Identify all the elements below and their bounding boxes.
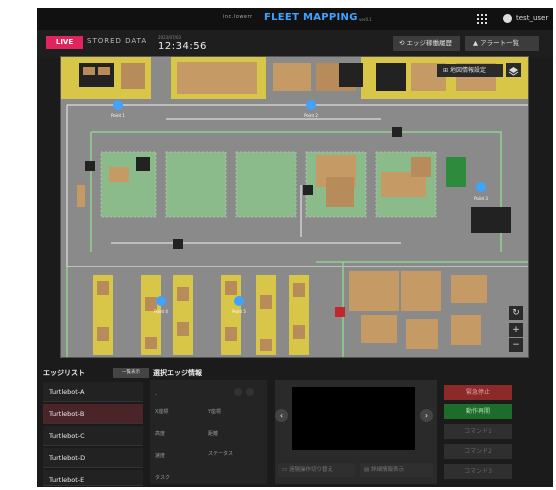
brand-logo: inc.lowerr xyxy=(223,14,253,20)
bottom-panel: エッジリスト 一覧表示 Turtlebot-A Turtlebot-B Turt… xyxy=(37,362,553,487)
refresh-icon: ↻ xyxy=(512,308,520,318)
svg-text:Point 5: Point 5 xyxy=(232,309,246,314)
layers-icon xyxy=(508,67,519,76)
svg-text:Point 2: Point 2 xyxy=(304,113,318,118)
command1-button[interactable]: コマンド1 xyxy=(444,424,512,439)
chevron-left-icon: ‹ xyxy=(279,411,284,420)
user-avatar-icon[interactable] xyxy=(503,14,512,23)
robot-marker xyxy=(85,161,95,171)
zoom-out-button[interactable]: − xyxy=(509,338,523,352)
plus-icon: + xyxy=(512,325,520,335)
speed-label: 速度 xyxy=(155,453,166,459)
emergency-stop-button[interactable]: 緊急停止 xyxy=(444,385,512,400)
robot-marker xyxy=(173,239,183,249)
svg-text:Point 4: Point 4 xyxy=(154,309,168,314)
edge-list-item-a[interactable]: Turtlebot-A xyxy=(43,382,143,402)
app-title: FLEET MAPPING xyxy=(264,12,358,23)
status-label: ステータス xyxy=(208,451,234,457)
remote-switch-button[interactable]: ▭ 遠隔操作切り替え xyxy=(278,463,355,477)
map-canvas: Point 1 Point 2 Point 3 Point 4 Point 5 xyxy=(61,57,528,357)
alert-list-button[interactable]: ▲ アラート一覧 xyxy=(465,36,539,51)
warehouse-map[interactable]: Point 1 Point 2 Point 3 Point 4 Point 5 xyxy=(60,56,529,358)
y-coord-label: Y座標 xyxy=(208,409,222,415)
camera-prev-button[interactable]: ‹ xyxy=(275,409,288,422)
edge-list-item-e[interactable]: Turtlebot-E xyxy=(43,470,143,486)
remote-icon: ▭ xyxy=(282,467,289,473)
stored-data-button[interactable]: STORED DATA xyxy=(87,37,147,45)
detail-display-button[interactable]: ▤ 詳細情報表示 xyxy=(360,463,433,477)
apps-grid-icon[interactable] xyxy=(477,14,487,24)
camera-next-button[interactable]: › xyxy=(420,409,433,422)
selected-edge-panel: - X座標 Y座標 高度 距離 速度 ステータス タスク xyxy=(150,380,267,484)
edge-list-item-d[interactable]: Turtlebot-D xyxy=(43,448,143,468)
selected-edge-title: 選択エッジ情報 xyxy=(153,369,202,377)
edge-history-label: エッジ稼働履歴 xyxy=(406,39,453,47)
history-icon: ⟲ xyxy=(399,39,407,47)
chevron-right-icon: › xyxy=(424,411,429,420)
minus-icon: − xyxy=(512,340,520,350)
detail-display-label: 詳細情報表示 xyxy=(370,467,404,473)
robot-marker xyxy=(392,127,402,137)
robot-marker xyxy=(303,185,313,195)
resume-button[interactable]: 動作再開 xyxy=(444,404,512,419)
zoom-in-button[interactable]: + xyxy=(509,323,523,337)
live-button[interactable]: LIVE xyxy=(46,36,83,49)
direction-label: 距離 xyxy=(208,431,219,437)
detail-icon: ▤ xyxy=(364,467,371,473)
list-all-button[interactable]: 一覧表示 xyxy=(113,368,149,378)
alert-list-label: アラート一覧 xyxy=(480,39,520,47)
user-name[interactable]: test_user xyxy=(516,14,548,22)
svg-text:Point 1: Point 1 xyxy=(111,113,125,118)
reset-view-button[interactable]: ↻ xyxy=(509,306,523,320)
command3-button[interactable]: コマンド3 xyxy=(444,464,512,479)
info-icon xyxy=(234,388,242,396)
task-label: タスク xyxy=(155,475,171,481)
robot-marker-selected xyxy=(335,307,345,317)
edge-history-button[interactable]: ⟲ エッジ稼働履歴 xyxy=(393,36,460,51)
camera-view xyxy=(292,387,415,450)
current-date: 2023/07/03 xyxy=(158,35,182,40)
x-coord-label: X座標 xyxy=(155,409,169,415)
top-bar: inc.lowerr FLEET MAPPING ver0.1 test_use… xyxy=(37,8,553,30)
map-settings-button[interactable]: ⊞ 地図情報設定 xyxy=(437,64,503,77)
map-icon: ⊞ xyxy=(443,67,450,74)
svg-text:Point 3: Point 3 xyxy=(474,196,488,201)
refresh-small-icon[interactable] xyxy=(246,388,254,396)
current-time: 12:34:56 xyxy=(158,41,207,52)
app-version: ver0.1 xyxy=(359,17,372,22)
edge-list-item-c[interactable]: Turtlebot-C xyxy=(43,426,143,446)
command2-button[interactable]: コマンド2 xyxy=(444,444,512,459)
layers-button[interactable] xyxy=(506,63,521,77)
altitude-label: 高度 xyxy=(155,431,166,437)
mode-bar: LIVE STORED DATA 2023/07/03 12:34:56 ⟲ エ… xyxy=(37,30,553,58)
edge-list-item-b[interactable]: Turtlebot-B xyxy=(43,404,143,424)
remote-switch-label: 遠隔操作切り替え xyxy=(288,467,333,473)
edge-list-title: エッジリスト xyxy=(43,369,85,377)
edge-name-value: - xyxy=(155,392,157,398)
map-settings-label: 地図情報設定 xyxy=(449,67,486,74)
